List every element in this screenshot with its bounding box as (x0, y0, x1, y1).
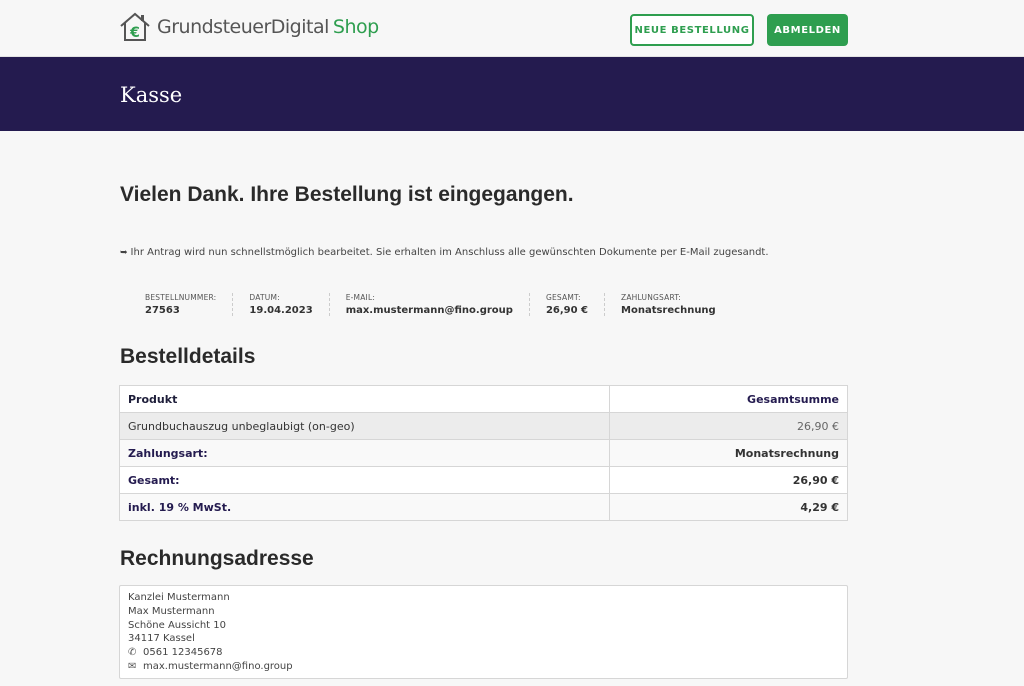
shop-logo[interactable]: € GrundsteuerDigital Shop (119, 11, 379, 43)
overview-order-number: BESTELLNUMMER: 27563 (145, 293, 234, 316)
page-title: Kasse (120, 83, 183, 107)
logo-main-text: GrundsteuerDigital (157, 16, 329, 38)
svg-text:€: € (129, 25, 140, 41)
order-details-table: Produkt Gesamtsumme Grundbuchauszug unbe… (119, 385, 848, 521)
notice-text: Ihr Antrag wird nun schnellstmöglich bea… (130, 247, 769, 258)
address-email: max.mustermann@fino.group (143, 660, 293, 672)
column-header-total: Gesamtsumme (609, 385, 848, 413)
confirmation-heading: Vielen Dank. Ihre Bestellung ist eingega… (120, 183, 574, 206)
overview-label: E-MAIL: (345, 293, 376, 302)
site-header: € GrundsteuerDigital Shop NEUE BESTELLUNG… (0, 0, 1024, 57)
overview-value: 19.04.2023 (249, 305, 313, 316)
product-total: 26,90 € (609, 412, 848, 440)
overview-total: GESAMT: 26,90 € (545, 293, 606, 316)
overview-value: Monatsrechnung (621, 305, 716, 316)
total-label: Gesamt: (119, 466, 610, 494)
billing-address-title: Rechnungsadresse (120, 547, 314, 570)
house-euro-icon: € (120, 12, 150, 41)
phone-icon: ✆ (128, 647, 137, 659)
overview-value: 26,90 € (545, 305, 589, 316)
overview-label: DATUM: (249, 293, 280, 302)
overview-value: max.mustermann@fino.group (345, 305, 513, 316)
overview-label: BESTELLNUMMER: (145, 293, 217, 302)
product-name-link[interactable]: Grundbuchauszug unbeglaubigt (on-geo) (128, 420, 355, 433)
order-notice: ➥ Ihr Antrag wird nun schnellstmöglich b… (120, 247, 769, 258)
overview-label: ZAHLUNGSART: (621, 293, 682, 302)
address-email-line: ✉ max.mustermann@fino.group (128, 660, 839, 674)
payment-value: Monatsrechnung (609, 439, 848, 467)
page-banner: Kasse (0, 57, 1024, 131)
overview-label: GESAMT: (545, 293, 581, 302)
overview-payment-method: ZAHLUNGSART: Monatsrechnung (621, 293, 732, 316)
logo-text: GrundsteuerDigital Shop (157, 16, 379, 38)
arrow-right-icon: ➥ (120, 247, 128, 258)
tax-value: 4,29 € (609, 493, 848, 521)
address-street: Schöne Aussicht 10 (128, 619, 227, 631)
total-row: Gesamt: 26,90 € (119, 466, 848, 494)
overview-date: DATUM: 19.04.2023 (249, 293, 330, 316)
logo-shop-text: Shop (332, 16, 379, 38)
total-value: 26,90 € (609, 466, 848, 494)
billing-address-box: Kanzlei Mustermann Max Mustermann Schöne… (119, 585, 848, 679)
address-phone-line: ✆ 0561 12345678 (128, 646, 839, 660)
tax-row: inkl. 19 % MwSt. 4,29 € (119, 493, 848, 521)
column-header-product: Produkt (119, 385, 610, 413)
address-phone: 0561 12345678 (143, 647, 223, 659)
overview-value: 27563 (145, 305, 180, 316)
mail-icon: ✉ (128, 660, 137, 672)
tax-label: inkl. 19 % MwSt. (119, 493, 610, 521)
address-city: 34117 Kassel (128, 633, 195, 645)
order-details-title: Bestelldetails (120, 345, 256, 368)
payment-label: Zahlungsart: (119, 439, 610, 467)
order-overview: BESTELLNUMMER: 27563 DATUM: 19.04.2023 E… (145, 293, 748, 316)
product-name[interactable]: Grundbuchauszug unbeglaubigt (on-geo) (119, 412, 610, 440)
address-company: Kanzlei Mustermann (128, 592, 230, 603)
new-order-button[interactable]: NEUE BESTELLUNG (630, 14, 754, 46)
overview-email: E-MAIL: max.mustermann@fino.group (346, 293, 530, 316)
address-name: Max Mustermann (128, 605, 215, 617)
payment-row: Zahlungsart: Monatsrechnung (119, 439, 848, 467)
logout-button[interactable]: ABMELDEN (767, 14, 848, 46)
table-row: Grundbuchauszug unbeglaubigt (on-geo) 26… (119, 412, 848, 440)
table-header-row: Produkt Gesamtsumme (119, 385, 848, 413)
